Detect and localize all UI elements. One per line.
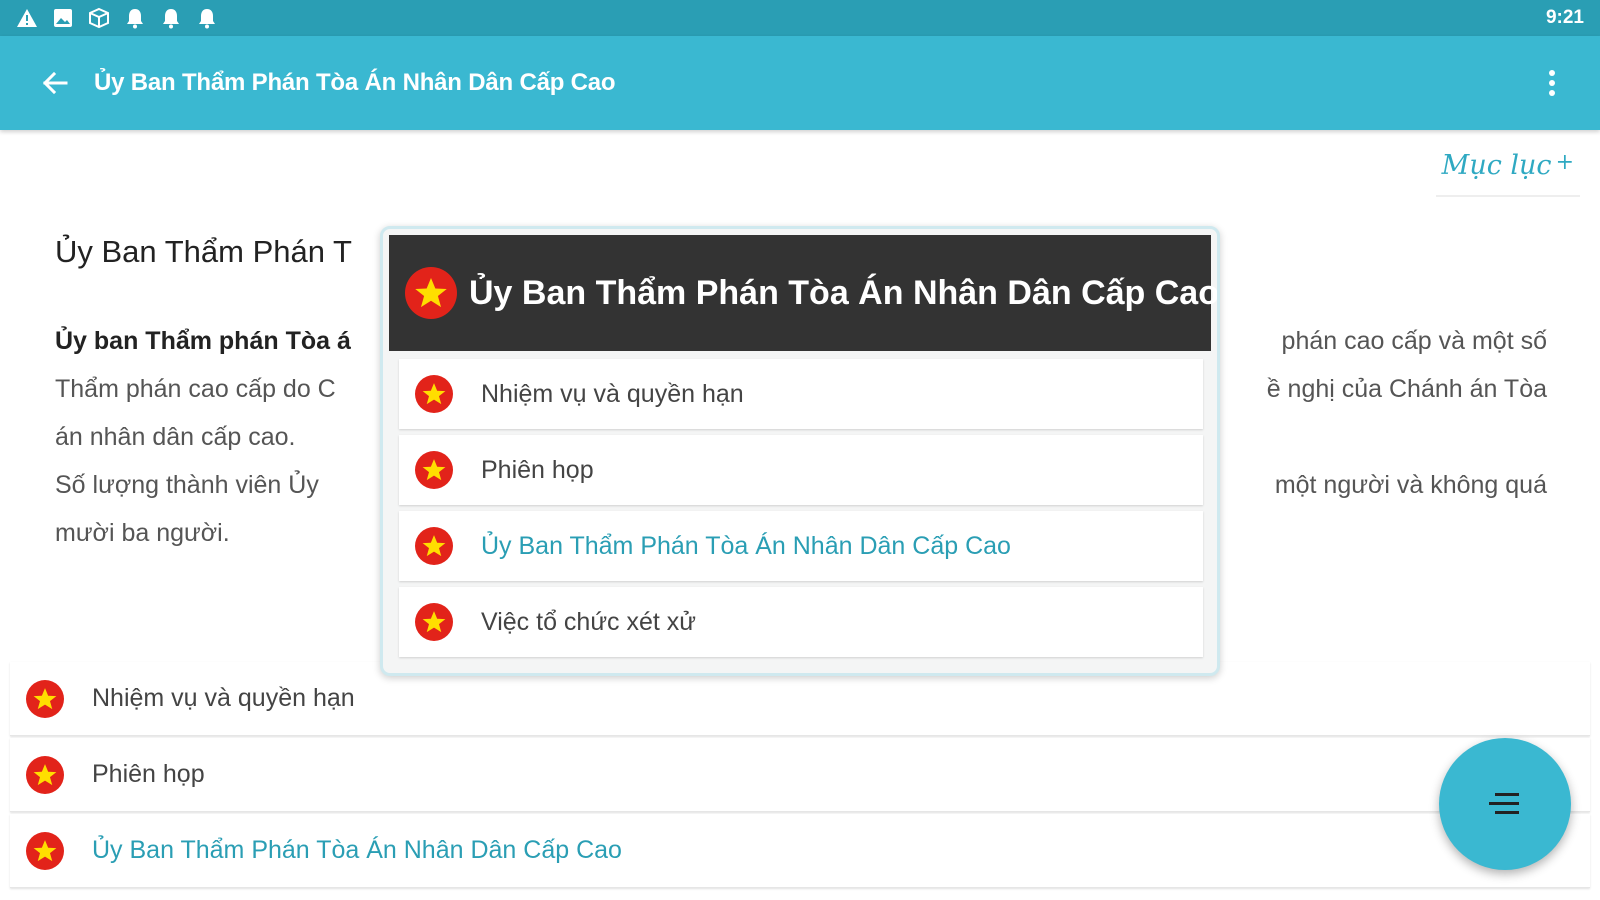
popup-list: Nhiệm vụ và quyền hạn Phiên họp Ủy Ban T… (399, 359, 1203, 663)
vn-star-icon (26, 679, 64, 718)
vn-star-icon (415, 527, 453, 565)
article-title: Ủy Ban Thẩm Phán T (55, 234, 352, 269)
article-line-4-left: Số lượng thành viên Ủy (55, 471, 319, 499)
popup-item[interactable]: Việc tổ chức xét xử (399, 587, 1203, 657)
bell-icon (160, 7, 182, 29)
list-item-label: Ủy Ban Thẩm Phán Tòa Án Nhân Dân Cấp Cao (92, 836, 622, 864)
vn-star-icon (26, 831, 64, 870)
more-options-button[interactable] (1532, 58, 1572, 108)
bell-icon (196, 7, 218, 29)
vn-star-icon (415, 603, 453, 641)
more-vertical-icon (1549, 70, 1555, 96)
list-item-label: Nhiệm vụ và quyền hạn (92, 684, 355, 712)
app-bar: Ủy Ban Thẩm Phán Tòa Án Nhân Dân Cấp Cao (0, 36, 1600, 130)
popup-item[interactable]: Nhiệm vụ và quyền hạn (399, 359, 1203, 429)
toc-popup: Ủy Ban Thẩm Phán Tòa Án Nhân Dân Cấp Cao… (380, 226, 1220, 676)
list-item[interactable]: Ủy Ban Thẩm Phán Tòa Án Nhân Dân Cấp Cao (10, 814, 1590, 888)
vn-star-icon (26, 755, 64, 794)
menu-lines-icon (1489, 793, 1519, 814)
image-icon (52, 7, 74, 29)
toc-label: Mục lục (1441, 150, 1552, 181)
back-button[interactable] (30, 58, 80, 108)
toc-fab-button[interactable] (1439, 738, 1571, 870)
popup-item-label: Phiên họp (481, 455, 594, 484)
bell-icon (124, 7, 146, 29)
list-item-label: Phiên họp (92, 760, 205, 788)
popup-item-label: Ủy Ban Thẩm Phán Tòa Án Nhân Dân Cấp Cao (481, 531, 1011, 560)
vn-star-icon (405, 267, 457, 319)
vn-star-icon (415, 451, 453, 489)
table-of-contents-link[interactable]: Mục lục + (1435, 146, 1580, 197)
list-item[interactable]: Phiên họp (10, 738, 1590, 812)
arrow-left-icon (42, 71, 68, 95)
article-line-4-right: một người và không quá (1274, 471, 1547, 499)
vn-star-icon (415, 375, 453, 413)
section-list: Nhiệm vụ và quyền hạn Phiên họp Ủy Ban T… (10, 662, 1590, 890)
screen: 9:21 Ủy Ban Thẩm Phán Tòa Án Nhân Dân Cấ… (0, 0, 1600, 900)
popup-item-label: Việc tổ chức xét xử (481, 607, 697, 636)
article-line-1-bold: Ủy ban Thẩm phán Tòa á (55, 327, 351, 355)
popup-item[interactable]: Phiên họp (399, 435, 1203, 505)
article-line-2-right: ề nghị của Chánh án Tòa (1266, 375, 1547, 403)
article-line-2-left: Thẩm phán cao cấp do C (55, 375, 336, 403)
status-bar: 9:21 (0, 0, 1600, 36)
page-title: Ủy Ban Thẩm Phán Tòa Án Nhân Dân Cấp Cao (94, 69, 616, 96)
article-line-1-right: phán cao cấp và một số (1281, 327, 1547, 355)
popup-item-label: Nhiệm vụ và quyền hạn (481, 379, 744, 408)
box-icon (88, 7, 110, 29)
status-time: 9:21 (1545, 7, 1584, 28)
plus-icon: + (1555, 150, 1574, 175)
status-icons (16, 7, 218, 29)
popup-title: Ủy Ban Thẩm Phán Tòa Án Nhân Dân Cấp Cao (469, 273, 1219, 312)
warning-icon (16, 7, 38, 29)
popup-item[interactable]: Ủy Ban Thẩm Phán Tòa Án Nhân Dân Cấp Cao (399, 511, 1203, 581)
popup-header: Ủy Ban Thẩm Phán Tòa Án Nhân Dân Cấp Cao (389, 235, 1217, 351)
